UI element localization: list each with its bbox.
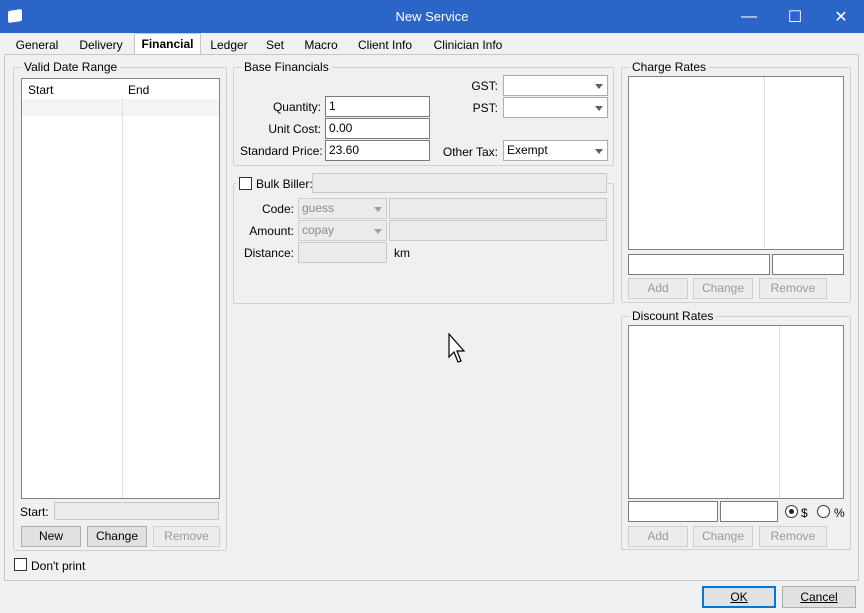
code-select[interactable]: guess: [298, 198, 387, 219]
dollar-radio[interactable]: [785, 505, 798, 518]
minimize-button[interactable]: —: [726, 0, 772, 33]
base-financials-legend: Base Financials: [241, 60, 332, 74]
quantity-label: Quantity:: [272, 100, 321, 114]
discount-rate-input-1[interactable]: [628, 501, 718, 522]
charge-rate-input-1[interactable]: [628, 254, 770, 275]
new-button[interactable]: New: [21, 526, 81, 547]
gst-select[interactable]: [503, 75, 608, 96]
gst-label: GST:: [471, 79, 498, 93]
title-bar: New Service — ☐ ✕: [0, 0, 864, 33]
chevron-down-icon: [595, 84, 603, 89]
cancel-button[interactable]: Cancel: [782, 586, 856, 608]
code-label: Code:: [261, 202, 294, 216]
discount-change-button[interactable]: Change: [693, 526, 753, 547]
charge-rates-legend: Charge Rates: [629, 60, 710, 74]
standard-price-field[interactable]: 23.60: [325, 140, 430, 161]
change-date-button[interactable]: Change: [87, 526, 147, 547]
maximize-button[interactable]: ☐: [772, 0, 818, 33]
column-header-end[interactable]: End: [128, 83, 149, 97]
bulk-biller-checkbox[interactable]: [239, 177, 252, 190]
start-date-field[interactable]: [54, 502, 219, 520]
pst-label: PST:: [472, 101, 498, 115]
discount-rates-legend: Discount Rates: [629, 309, 717, 323]
amount-value: copay: [302, 223, 335, 237]
discount-add-button[interactable]: Add: [628, 526, 688, 547]
date-range-list[interactable]: Start End: [21, 78, 220, 499]
chevron-down-icon: [374, 207, 382, 212]
column-header-start[interactable]: Start: [28, 83, 53, 97]
discount-rates-list[interactable]: [628, 325, 844, 499]
tab-ledger[interactable]: Ledger: [206, 35, 252, 55]
distance-field[interactable]: [298, 242, 387, 263]
cancel-label: Cancel: [800, 590, 838, 604]
percent-radio[interactable]: [817, 505, 830, 518]
charge-add-button[interactable]: Add: [628, 278, 688, 299]
quantity-field[interactable]: 1: [325, 96, 430, 117]
distance-unit: km: [394, 246, 410, 260]
charge-remove-button[interactable]: Remove: [759, 278, 827, 299]
bulk-biller-label[interactable]: Bulk Biller:: [256, 177, 313, 191]
bulk-biller-field[interactable]: [312, 173, 607, 193]
start-label: Start:: [20, 505, 49, 519]
chevron-down-icon: [595, 149, 603, 154]
dollar-radio-label[interactable]: $: [801, 506, 808, 520]
column-divider: [779, 326, 780, 498]
discount-remove-button[interactable]: Remove: [759, 526, 827, 547]
tab-client-info[interactable]: Client Info: [350, 35, 420, 55]
amount-description-field[interactable]: [389, 220, 607, 241]
amount-select[interactable]: copay: [298, 220, 387, 241]
percent-radio-label[interactable]: %: [834, 506, 845, 520]
unit-cost-label: Unit Cost:: [268, 122, 321, 136]
remove-date-button[interactable]: Remove: [153, 526, 220, 547]
charge-change-button[interactable]: Change: [693, 278, 753, 299]
chevron-down-icon: [374, 229, 382, 234]
tab-macro[interactable]: Macro: [298, 35, 344, 55]
distance-label: Distance:: [243, 246, 294, 260]
code-value: guess: [302, 201, 335, 215]
table-row[interactable]: [22, 99, 219, 116]
tab-financial[interactable]: Financial: [134, 33, 201, 56]
mouse-cursor-icon: [448, 333, 466, 363]
tab-set[interactable]: Set: [258, 35, 292, 55]
close-button[interactable]: ✕: [818, 0, 864, 33]
tab-clinician-info[interactable]: Clinician Info: [426, 35, 510, 55]
column-divider: [764, 77, 765, 249]
tab-general[interactable]: General: [8, 35, 66, 55]
column-divider: [122, 99, 123, 498]
amount-label: Amount:: [249, 224, 294, 238]
discount-rate-input-2[interactable]: [720, 501, 778, 522]
charge-rates-list[interactable]: [628, 76, 844, 250]
code-description-field[interactable]: [389, 198, 607, 219]
ok-label: OK: [730, 590, 748, 604]
tab-delivery[interactable]: Delivery: [72, 35, 130, 55]
valid-date-range-legend: Valid Date Range: [21, 60, 121, 74]
unit-cost-field[interactable]: 0.00: [325, 118, 430, 139]
dont-print-checkbox[interactable]: [14, 558, 27, 571]
other-tax-label: Other Tax:: [442, 145, 498, 159]
standard-price-label: Standard Price:: [240, 144, 323, 158]
other-tax-select[interactable]: Exempt: [503, 140, 608, 161]
chevron-down-icon: [595, 106, 603, 111]
ok-button[interactable]: OK: [702, 586, 776, 608]
charge-rate-input-2[interactable]: [772, 254, 844, 275]
pst-select[interactable]: [503, 97, 608, 118]
tab-strip: General Delivery Financial Ledger Set Ma…: [0, 33, 864, 56]
other-tax-value: Exempt: [507, 143, 548, 157]
dont-print-label[interactable]: Don't print: [31, 559, 85, 573]
